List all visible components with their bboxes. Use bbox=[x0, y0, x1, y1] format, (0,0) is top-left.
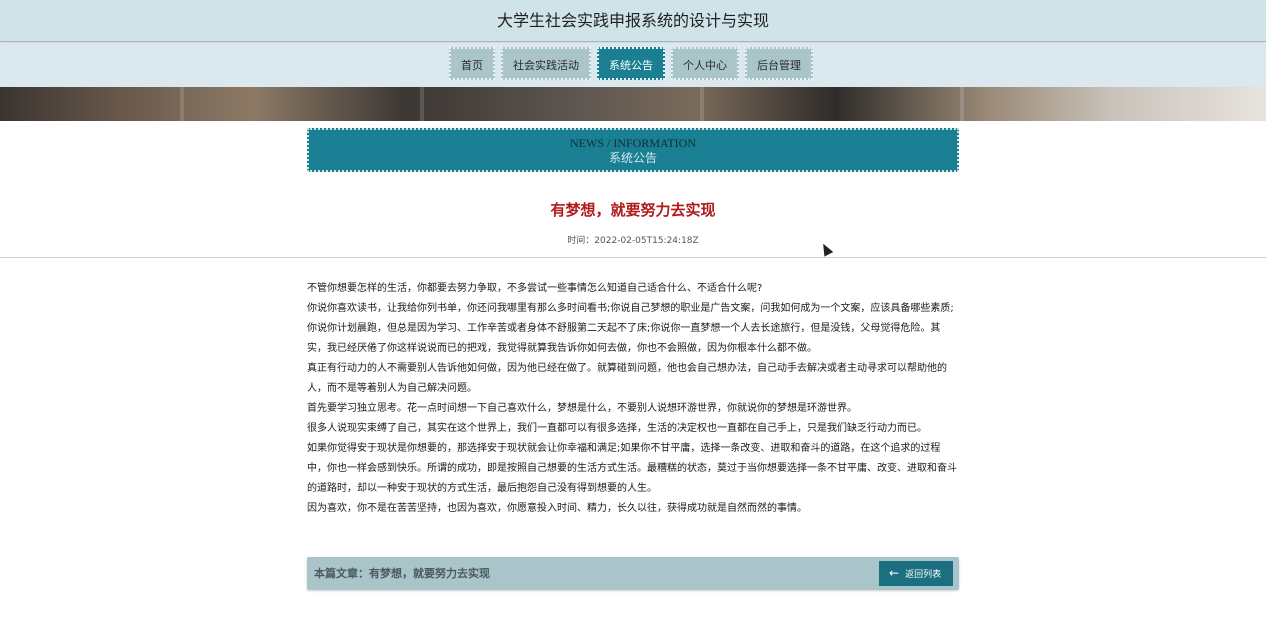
article-time: 时间：2022-02-05T15:24:18Z bbox=[567, 236, 699, 246]
article-paragraph: 你说你喜欢读书，让我给你列书单，你还问我哪里有那么多时间看书;你说自己梦想的职业… bbox=[307, 303, 954, 354]
section-title-en: NEWS / INFORMATION bbox=[570, 136, 696, 150]
current-article-label: 本篇文章：有梦想，就要努力去实现 bbox=[314, 567, 490, 580]
article-content: 不管你想要怎样的生活，你都要去努力争取，不多尝试一些事情怎么知道自己适合什么、不… bbox=[307, 279, 959, 519]
article-paragraph: 首先要学习独立思考。花一点时间想一下自己喜欢什么，梦想是什么，不要别人说想环游世… bbox=[307, 403, 857, 414]
article-paragraph: 很多人说现实束缚了自己，其实在这个世界上，我们一直都可以有很多选择，生活的决定权… bbox=[307, 423, 927, 434]
nav-item-announcements[interactable]: 系统公告 bbox=[597, 47, 665, 80]
article-paragraph: 不管你想要怎样的生活，你都要去努力争取，不多尝试一些事情怎么知道自己适合什么、不… bbox=[307, 283, 763, 294]
back-to-list-label: 返回列表 bbox=[905, 570, 942, 580]
section-title-cn: 系统公告 bbox=[608, 151, 657, 165]
section-header: NEWS / INFORMATION 系统公告 bbox=[307, 128, 959, 172]
article-paragraph: 真正有行动力的人不需要别人告诉他如何做，因为他已经在做了。就算碰到问题，他也会自… bbox=[307, 363, 947, 394]
main-nav: 首页 社会实践活动 系统公告 个人中心 后台管理 bbox=[0, 43, 1266, 87]
nav-item-activities[interactable]: 社会实践活动 bbox=[501, 47, 591, 80]
nav-item-home[interactable]: 首页 bbox=[449, 47, 495, 80]
nav-item-admin[interactable]: 后台管理 bbox=[745, 47, 813, 80]
site-title: 大学生社会实践申报系统的设计与实现 bbox=[0, 0, 1266, 42]
divider bbox=[0, 257, 1266, 258]
nav-list: 首页 社会实践活动 系统公告 个人中心 后台管理 bbox=[449, 47, 813, 80]
back-to-list-button[interactable]: ← 返回列表 bbox=[879, 561, 953, 586]
banner-image bbox=[0, 87, 1266, 121]
article-paragraph: 如果你觉得安于现状是你想要的，那选择安于现状就会让你幸福和满足;如果你不甘平庸，… bbox=[307, 443, 957, 494]
nav-item-personal-center[interactable]: 个人中心 bbox=[671, 47, 739, 80]
arrow-left-icon: ← bbox=[889, 566, 900, 580]
article-paragraph: 因为喜欢，你不是在苦苦坚持，也因为喜欢，你愿意投入时间、精力，长久以往，获得成功… bbox=[307, 503, 807, 514]
article-footer: 本篇文章：有梦想，就要努力去实现 ← 返回列表 bbox=[307, 557, 959, 590]
article-title: 有梦想，就要努力去实现 bbox=[550, 201, 716, 219]
